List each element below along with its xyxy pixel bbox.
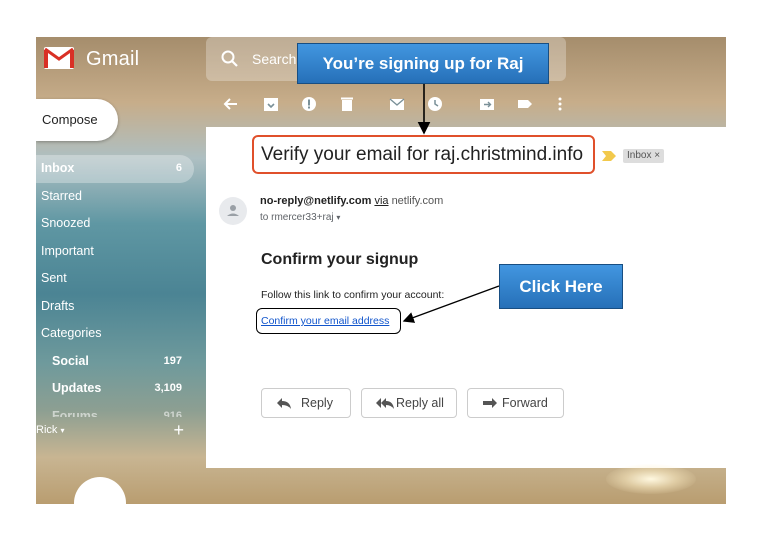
signup-callout: You’re signing up for Raj [297,43,549,84]
arrow-to-link [402,285,500,323]
click-here-callout: Click Here [499,264,623,309]
